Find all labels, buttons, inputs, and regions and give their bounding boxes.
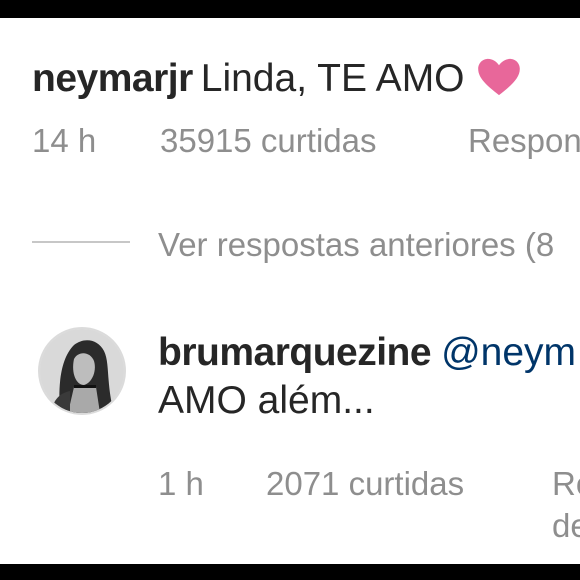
profile-photo [40, 329, 124, 413]
reply-timestamp: 1 h [158, 465, 204, 502]
mention-link[interactable]: @neym [441, 331, 576, 374]
reply-username[interactable]: brumarquezine [158, 331, 432, 374]
avatar[interactable] [38, 327, 126, 415]
view-previous-replies-link[interactable]: Ver respostas anteriores (8 [158, 225, 554, 265]
comment-username[interactable]: neymarjr [32, 57, 193, 100]
replies-divider [32, 241, 130, 243]
reply-reply-button[interactable]: Re [552, 464, 580, 504]
comment-likes-count[interactable]: 35915 curtidas [160, 121, 376, 161]
heart-icon [477, 58, 520, 96]
comment-timestamp: 14 h [32, 122, 97, 159]
comment-text: Linda, TE AMO [200, 57, 465, 100]
comments-screen: neymarjr Linda, TE AMO 14 h 35915 curtida… [0, 18, 580, 564]
comment-neymarjr: neymarjr Linda, TE AMO [32, 56, 521, 102]
reply-button[interactable]: Respon [468, 121, 580, 161]
reply-text: AMO além... [158, 379, 375, 422]
reply-first-line: brumarquezine @neym [158, 330, 576, 376]
reply-reply-button-second-line[interactable]: de [552, 506, 580, 546]
reply-likes-count[interactable]: 2071 curtidas [266, 464, 464, 504]
